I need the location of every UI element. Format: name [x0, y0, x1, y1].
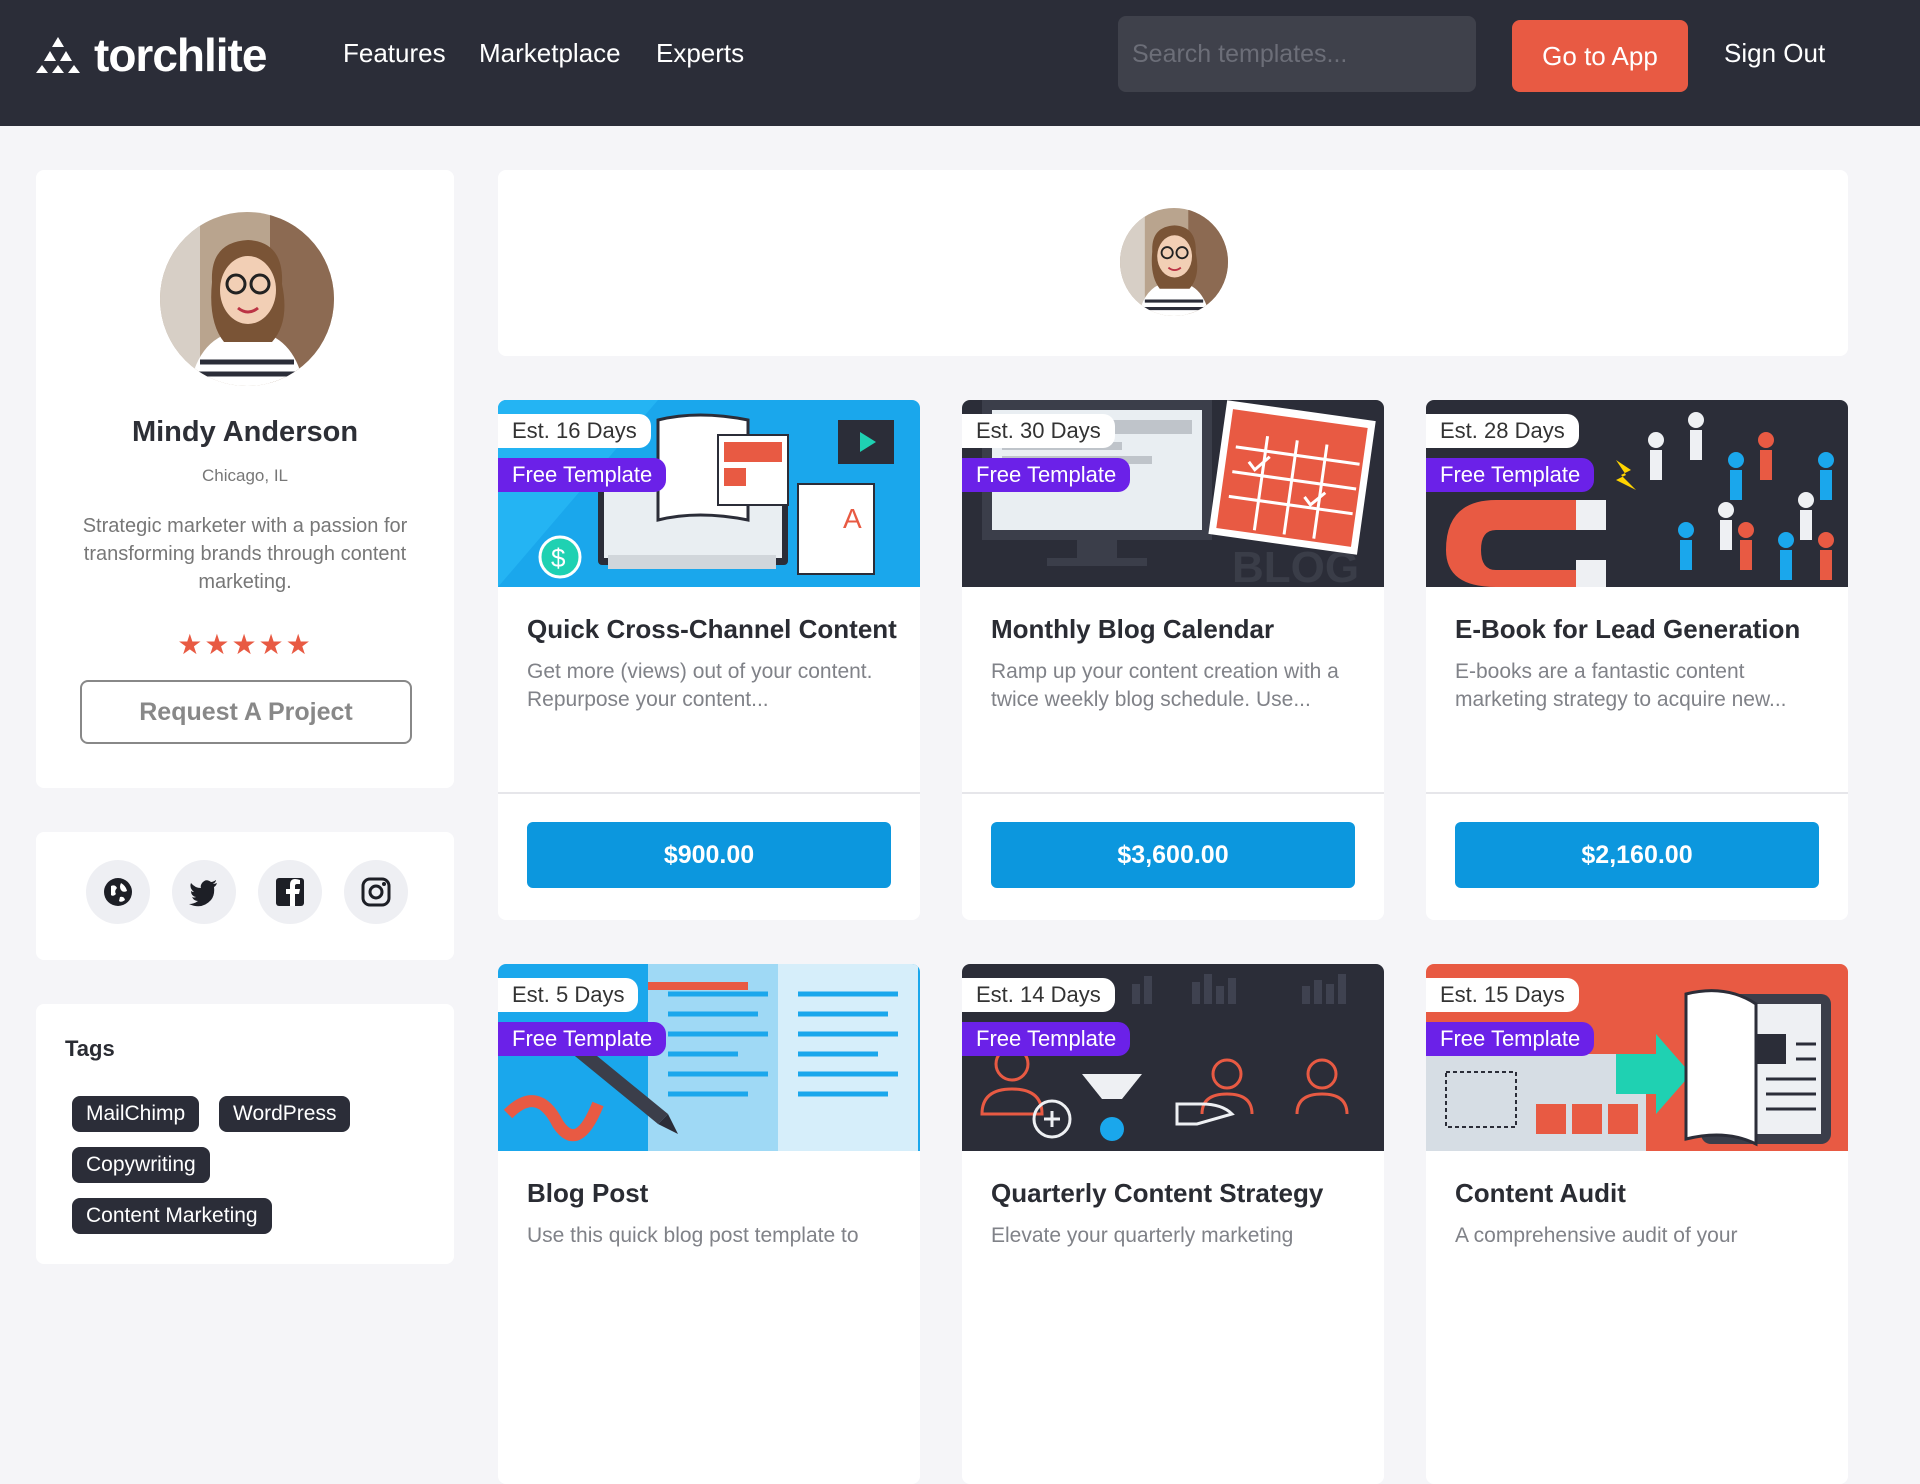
tags-heading: Tags — [65, 1036, 115, 1061]
template-description: A comprehensive audit of your — [1455, 1224, 1738, 1247]
logo-text: torchlite — [94, 29, 267, 81]
globe-icon[interactable] — [86, 860, 150, 924]
template-card[interactable]: Est. 15 Days Free Template Content Audit… — [1426, 964, 1848, 1484]
free-template-badge: Free Template — [962, 458, 1131, 492]
estimated-days-badge: Est. 30 Days — [962, 414, 1115, 448]
go-to-app-button[interactable]: Go to App — [1512, 20, 1688, 92]
avatar — [1120, 208, 1228, 316]
divider — [1426, 792, 1848, 794]
profile-bio: Strategic marketer with a passion for tr… — [82, 515, 408, 593]
template-title[interactable]: Quick Cross-Channel Content — [527, 614, 897, 645]
nav-marketplace[interactable]: Marketplace — [479, 38, 621, 69]
request-project-button[interactable]: Request A Project — [80, 680, 412, 744]
nav-features[interactable]: Features — [343, 38, 446, 69]
svg-text:$: $ — [551, 543, 566, 573]
estimated-days-badge: Est. 5 Days — [498, 978, 639, 1012]
logo[interactable]: torchlite — [34, 29, 267, 81]
instagram-icon[interactable] — [344, 860, 408, 924]
avatar — [160, 212, 334, 386]
rating-stars: ★★★★★ — [177, 629, 313, 660]
template-title[interactable]: Monthly Blog Calendar — [991, 614, 1274, 645]
tag-content-marketing[interactable]: Content Marketing — [72, 1198, 272, 1234]
price-button[interactable]: $2,160.00 — [1455, 822, 1819, 888]
free-template-badge: Free Template — [1426, 1022, 1595, 1056]
free-template-badge: Free Template — [498, 458, 667, 492]
estimated-days-badge: Est. 14 Days — [962, 978, 1115, 1012]
logo-icon — [36, 37, 80, 73]
tag-mailchimp[interactable]: MailChimp — [72, 1096, 200, 1132]
price-button[interactable]: $900.00 — [527, 822, 891, 888]
top-navbar: torchlite Features Marketplace Experts G… — [0, 0, 1920, 126]
template-card[interactable]: Est. 14 Days Free Template Quarterly Con… — [962, 964, 1384, 1484]
free-template-badge: Free Template — [1426, 458, 1595, 492]
template-title[interactable]: Blog Post — [527, 1178, 648, 1209]
template-description: E-books are a fantastic content marketin… — [1455, 660, 1787, 711]
price-button[interactable]: $3,600.00 — [991, 822, 1355, 888]
profile-card: Mindy Anderson Chicago, IL Strategic mar… — [36, 170, 454, 788]
template-card[interactable]: Est. 28 Days Free Template E-Book for Le… — [1426, 400, 1848, 920]
search-input[interactable] — [1118, 16, 1476, 92]
template-description: Ramp up your content creation with a twi… — [991, 660, 1339, 711]
template-description: Elevate your quarterly marketing — [991, 1224, 1294, 1247]
tag-copywriting[interactable]: Copywriting — [72, 1147, 210, 1183]
sign-out-link[interactable]: Sign Out — [1724, 38, 1825, 69]
social-links-card — [36, 832, 454, 960]
template-card[interactable]: A $ Est. 16 Days Free Template Quick Cro… — [498, 400, 920, 920]
nav-experts[interactable]: Experts — [656, 38, 744, 69]
template-description: Use this quick blog post template to — [527, 1224, 859, 1247]
free-template-badge: Free Template — [498, 1022, 667, 1056]
tags-card: Tags MailChimp WordPress Copywriting Con… — [36, 1004, 454, 1264]
divider — [962, 792, 1384, 794]
profile-name: Mindy Anderson — [131, 416, 359, 448]
template-card[interactable]: BLOG Est. 30 Days Free Template Monthly … — [962, 400, 1384, 920]
svg-text:A: A — [843, 503, 862, 534]
free-template-badge: Free Template — [962, 1022, 1131, 1056]
twitter-icon[interactable] — [172, 860, 236, 924]
estimated-days-badge: Est. 16 Days — [498, 414, 651, 448]
template-title[interactable]: Quarterly Content Strategy — [991, 1178, 1323, 1209]
estimated-days-badge: Est. 15 Days — [1426, 978, 1579, 1012]
tag-wordpress[interactable]: WordPress — [219, 1096, 351, 1132]
facebook-icon[interactable] — [258, 860, 322, 924]
divider — [498, 792, 920, 794]
template-description: Get more (views) out of your content. Re… — [527, 660, 873, 711]
template-card[interactable]: Est. 5 Days Free Template Blog Post Use … — [498, 964, 920, 1484]
profile-location: Chicago, IL — [202, 466, 288, 485]
expert-header-card — [498, 170, 1848, 356]
template-title[interactable]: E-Book for Lead Generation — [1455, 614, 1800, 645]
estimated-days-badge: Est. 28 Days — [1426, 414, 1579, 448]
template-title[interactable]: Content Audit — [1455, 1178, 1626, 1209]
